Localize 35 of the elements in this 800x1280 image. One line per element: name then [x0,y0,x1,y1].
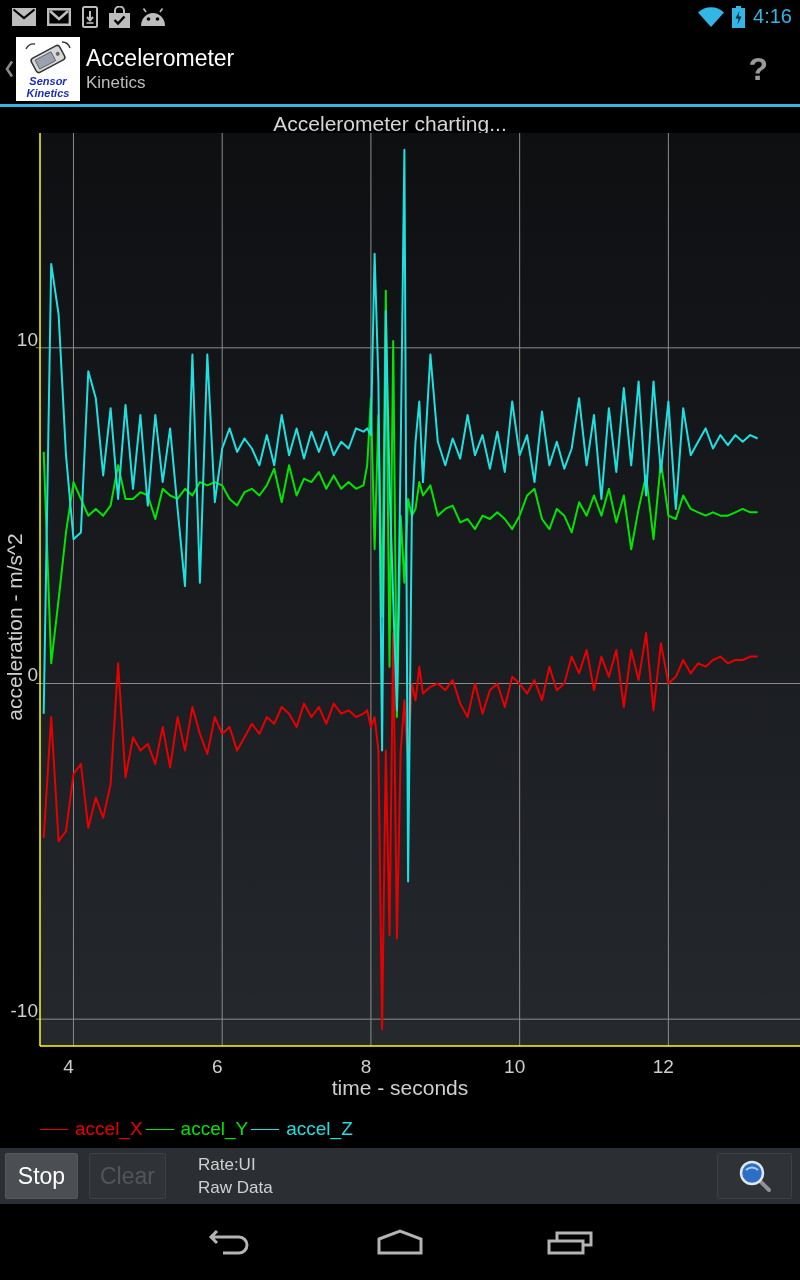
legend-label: accel_Y [180,1118,249,1140]
x-tick-label: 8 [360,1056,372,1077]
y-tick-label: -10 [10,1000,38,1022]
battery-charging-icon [732,5,746,28]
x-tick-label: 12 [652,1056,674,1077]
x-tick-label: 10 [504,1056,526,1077]
shopping-bag-icon [109,5,130,28]
legend-label: accel_Z [286,1118,353,1140]
legend-label: accel_X [75,1118,143,1140]
mail-icon [47,7,71,26]
y-tick-label: 0 [27,664,38,686]
x-tick-label: 6 [211,1056,223,1077]
robot-icon [141,7,165,26]
y-axis-title: acceleration - m/s^2 [3,533,26,721]
logo-text: Sensor Kinetics [25,74,71,99]
wifi-icon [698,6,725,27]
x-tick-label: 4 [63,1056,74,1077]
app-logo[interactable]: Sensor Kinetics [16,36,80,101]
toolbar-button[interactable]: Stop [5,1153,78,1199]
y-tick-label: 10 [16,328,38,350]
home-icon[interactable] [377,1229,423,1255]
app-subtitle: Kinetics [86,71,147,93]
rate-label: Rate:UI [197,1154,257,1176]
recents-icon[interactable] [547,1229,593,1255]
magnifier-icon [738,1160,771,1192]
app-title: Accelerometer [86,44,235,72]
clock-time: 4:16 [753,5,792,28]
mode-label: Raw Data [197,1177,273,1199]
help-button[interactable]: ? [744,50,772,87]
zoom-button[interactable] [717,1153,792,1199]
chart-title: Accelerometer charting... [273,112,507,135]
mail-icon [12,7,36,26]
download-icon [82,5,98,28]
x-axis-title: time - seconds [331,1076,469,1099]
up-caret-icon[interactable] [5,59,14,78]
